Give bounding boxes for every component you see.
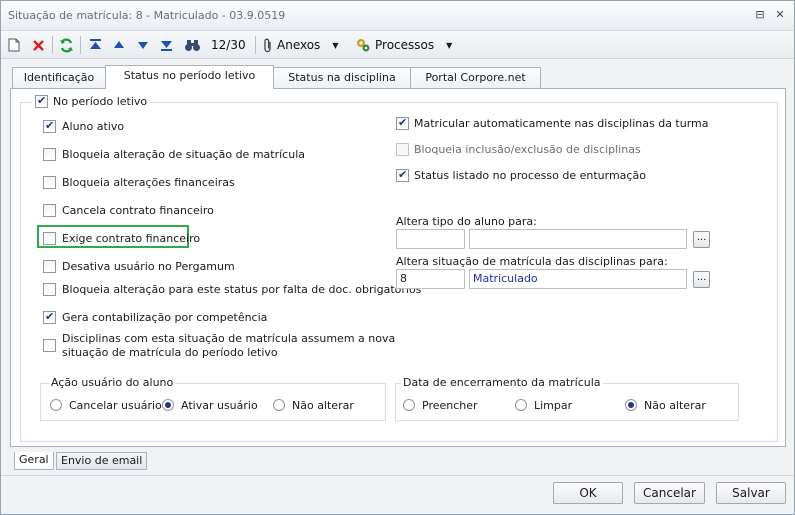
gera-contabilizacao-checkbox[interactable] [43, 310, 56, 324]
cancela-contrato-financeiro-checkbox[interactable] [43, 204, 56, 217]
limpar-label: Limpar [534, 399, 573, 412]
previous-record-icon [114, 41, 124, 48]
new-document-icon [8, 38, 20, 52]
data-encerramento-legend: Data de encerramento da matrícula [401, 376, 603, 389]
disciplinas-assumem-label-line1: Disciplinas com esta situação de matrícu… [62, 332, 396, 345]
nao-alterar-data-label: Não alterar [644, 399, 706, 412]
situacao-disciplinas-label: Altera situação de matrícula das discipl… [396, 255, 668, 268]
acao-usuario-legend: Ação usuário do aluno [49, 376, 176, 389]
new-record-button[interactable] [5, 34, 23, 56]
tab-label: Status na disciplina [288, 71, 396, 84]
disciplinas-assumem-label-line2: situação de matrícula do período letivo [62, 346, 278, 359]
preencher-radio[interactable] [403, 399, 415, 411]
processos-menu-button[interactable]: Processos ▼ [355, 34, 455, 56]
tab-geral-label: Geral [19, 453, 49, 466]
ativar-usuario-radio[interactable] [162, 399, 174, 411]
periodo-letivo-header[interactable]: No período letivo [32, 94, 151, 108]
bloqueia-falta-documentos-checkbox[interactable] [43, 283, 56, 296]
tab-status-disciplina[interactable]: Status na disciplina [273, 67, 411, 88]
cancelar-usuario-label: Cancelar usuário [69, 399, 162, 412]
matricular-automaticamente-checkbox[interactable] [396, 116, 409, 130]
tipo-aluno-lookup-button[interactable]: ... [693, 231, 710, 248]
cancelar-usuario-radio[interactable] [50, 399, 62, 411]
dialog-window: Situação de matrícula: 8 - Matriculado -… [0, 0, 795, 515]
next-record-icon [138, 42, 148, 49]
tipo-aluno-code-input[interactable] [396, 229, 465, 249]
tab-panel: No período letivo Aluno ativo Bloqueia a… [10, 88, 786, 447]
previous-record-button[interactable] [110, 34, 128, 56]
tab-geral[interactable]: Geral [14, 452, 54, 470]
binoculars-icon [184, 39, 200, 51]
restore-icon[interactable]: ⊟ [753, 8, 767, 22]
tab-label: Status no período letivo [123, 69, 256, 82]
nao-alterar-data-radio[interactable] [625, 399, 637, 411]
exige-contrato-financeiro-label: Exige contrato financeiro [62, 232, 201, 245]
limpar-radio[interactable] [515, 399, 527, 411]
last-record-icon [160, 41, 172, 51]
anexos-label: Anexos [277, 38, 321, 52]
window-title: Situação de matrícula: 8 - Matriculado -… [8, 9, 286, 22]
first-record-button[interactable] [86, 34, 104, 56]
record-counter: 12/30 [211, 38, 246, 52]
disciplinas-assumem-checkbox[interactable] [43, 339, 56, 352]
situacao-disciplinas-description-input[interactable]: Matriculado [469, 269, 687, 289]
binoculars-button[interactable] [181, 34, 203, 56]
ativar-usuario-label: Ativar usuário [181, 399, 258, 412]
refresh-button[interactable] [57, 34, 75, 56]
bloqueia-falta-documentos-label: Bloqueia alteração para este status por … [62, 283, 422, 296]
bloqueia-alteracoes-financeiras-label: Bloqueia alterações financeiras [62, 176, 235, 189]
status-enturmacao-checkbox[interactable] [396, 168, 409, 182]
aluno-ativo-label: Aluno ativo [62, 120, 125, 133]
processos-gears-icon [357, 39, 370, 52]
bloqueia-inclusao-exclusao-checkbox[interactable] [396, 143, 409, 156]
periodo-letivo-checkbox[interactable] [35, 94, 48, 108]
first-record-icon [89, 39, 101, 49]
situacao-disciplinas-lookup-button[interactable]: ... [693, 271, 710, 288]
anexos-menu-button[interactable]: Anexos ▼ [263, 34, 349, 56]
processos-label: Processos [375, 38, 435, 52]
status-enturmacao-label: Status listado no processo de enturmação [414, 169, 646, 182]
ok-button[interactable]: OK [553, 482, 623, 504]
save-button[interactable]: Salvar [716, 482, 786, 504]
tipo-aluno-description-input[interactable] [469, 229, 687, 249]
tab-label: Identificação [23, 71, 95, 84]
tab-status-periodo-letivo[interactable]: Status no período letivo [105, 65, 274, 89]
tipo-aluno-label: Altera tipo do aluno para: [396, 215, 537, 228]
nao-alterar-usuario-label: Não alterar [292, 399, 354, 412]
tab-envio-email-label: Envio de email [61, 454, 143, 467]
tab-identificacao[interactable]: Identificação [12, 67, 106, 88]
nao-alterar-usuario-radio[interactable] [273, 399, 285, 411]
bloqueia-inclusao-exclusao-label: Bloqueia inclusão/exclusão de disciplina… [414, 143, 641, 156]
tab-label: Portal Corpore.net [425, 71, 526, 84]
matricular-automaticamente-label: Matricular automaticamente nas disciplin… [414, 117, 709, 130]
desativa-usuario-pergamum-label: Desativa usuário no Pergamum [62, 260, 235, 273]
last-record-button[interactable] [157, 34, 175, 56]
next-record-button[interactable] [134, 34, 152, 56]
title-bar: Situação de matrícula: 8 - Matriculado -… [1, 1, 794, 31]
tab-envio-email[interactable]: Envio de email [56, 452, 148, 470]
aluno-ativo-checkbox[interactable] [43, 119, 56, 133]
toolbar: 12/30 Anexos ▼ Processos ▼ [1, 31, 794, 59]
delete-record-button[interactable] [29, 34, 47, 56]
bloqueia-alteracao-situacao-checkbox[interactable] [43, 148, 56, 161]
delete-x-icon [32, 39, 44, 51]
refresh-icon [59, 38, 73, 52]
cancel-button[interactable]: Cancelar [634, 482, 705, 504]
anexos-dropdown-icon: ▼ [332, 40, 339, 50]
close-icon[interactable]: ✕ [773, 8, 787, 22]
bloqueia-alteracao-situacao-label: Bloqueia alteração de situação de matríc… [62, 148, 305, 161]
processos-dropdown-icon: ▼ [446, 40, 453, 50]
exige-contrato-financeiro-checkbox[interactable] [43, 232, 56, 245]
situacao-disciplinas-code-input[interactable]: 8 [396, 269, 465, 289]
desativa-usuario-pergamum-checkbox[interactable] [43, 260, 56, 273]
bloqueia-alteracoes-financeiras-checkbox[interactable] [43, 176, 56, 189]
preencher-label: Preencher [422, 399, 478, 412]
periodo-letivo-label: No período letivo [53, 95, 148, 108]
gera-contabilizacao-label: Gera contabilização por competência [62, 311, 268, 324]
tab-portal-corpore[interactable]: Portal Corpore.net [410, 67, 541, 88]
paperclip-icon [264, 38, 271, 52]
cancela-contrato-financeiro-label: Cancela contrato financeiro [62, 204, 214, 217]
